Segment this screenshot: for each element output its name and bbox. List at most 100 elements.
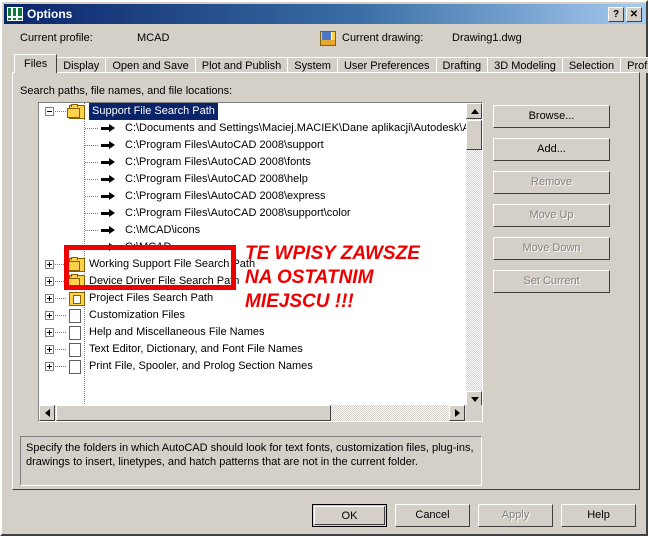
arrow-icon bbox=[101, 158, 116, 167]
vertical-scroll-thumb[interactable] bbox=[466, 120, 482, 150]
tree-connector bbox=[55, 349, 66, 350]
tree-row[interactable]: Project Files Search Path bbox=[39, 290, 466, 307]
cancel-button[interactable]: Cancel bbox=[395, 504, 470, 527]
expand-icon[interactable] bbox=[45, 345, 54, 354]
tree-connector bbox=[55, 111, 66, 112]
scroll-left-button[interactable] bbox=[39, 405, 55, 421]
tree-connector bbox=[55, 281, 66, 282]
tree-horizontal-scrollbar[interactable] bbox=[39, 405, 466, 421]
expand-icon[interactable] bbox=[45, 294, 54, 303]
tree-row-label: Customization Files bbox=[89, 309, 185, 321]
tree-row[interactable]: Text Editor, Dictionary, and Font File N… bbox=[39, 341, 466, 358]
profile-row: Current profile: MCAD Current drawing: D… bbox=[2, 28, 648, 50]
tree-row-label: Project Files Search Path bbox=[89, 292, 214, 304]
tree-connector bbox=[85, 128, 99, 129]
arrow-icon bbox=[101, 175, 116, 184]
close-icon[interactable]: ✕ bbox=[626, 6, 642, 22]
folders-icon bbox=[67, 257, 85, 272]
title-bar[interactable]: Options ? ✕ bbox=[4, 4, 646, 24]
tab-drafting[interactable]: Drafting bbox=[435, 57, 489, 73]
help-button[interactable]: Help bbox=[561, 504, 636, 527]
panel-hint-label: Search paths, file names, and file locat… bbox=[20, 85, 233, 97]
tree-row-label: C:\Program Files\AutoCAD 2008\help bbox=[125, 173, 308, 185]
arrow-icon bbox=[101, 243, 116, 252]
tree-row-label: Support File Search Path bbox=[89, 103, 218, 120]
file-paths-tree[interactable]: Support File Search Path C:\Documents and… bbox=[38, 102, 483, 422]
tree-row[interactable]: Working Support File Search Path bbox=[39, 256, 466, 273]
tree-connector bbox=[85, 179, 99, 180]
description-box: Specify the folders in which AutoCAD sho… bbox=[20, 436, 482, 486]
tree-row[interactable]: C:\Program Files\AutoCAD 2008\support\co… bbox=[39, 205, 466, 222]
current-drawing-value: Drawing1.dwg bbox=[452, 32, 522, 44]
tab-selection[interactable]: Selection bbox=[561, 57, 622, 73]
tree-connector bbox=[85, 247, 99, 248]
tree-row[interactable]: C:\Program Files\AutoCAD 2008\express bbox=[39, 188, 466, 205]
expand-icon[interactable] bbox=[45, 311, 54, 320]
tree-row[interactable]: C:\Program Files\AutoCAD 2008\support bbox=[39, 137, 466, 154]
project-folder-icon bbox=[69, 292, 85, 306]
tree-connector bbox=[85, 196, 99, 197]
browse-button[interactable]: Browse... bbox=[493, 105, 610, 128]
folders-icon bbox=[67, 274, 85, 289]
window-title: Options bbox=[27, 7, 73, 21]
tree-row-label: C:\MCAD bbox=[125, 241, 172, 253]
tree-connector bbox=[85, 213, 99, 214]
tab-3d-modeling[interactable]: 3D Modeling bbox=[487, 57, 563, 73]
expand-icon[interactable] bbox=[45, 277, 54, 286]
horizontal-scroll-thumb[interactable] bbox=[56, 405, 331, 421]
set-current-button: Set Current bbox=[493, 270, 610, 293]
options-dialog: Options ? ✕ Current profile: MCAD Curren… bbox=[0, 0, 648, 536]
apply-button: Apply bbox=[478, 504, 553, 527]
scroll-right-button[interactable] bbox=[449, 405, 465, 421]
ok-button[interactable]: OK bbox=[312, 504, 387, 527]
tree-row-label: C:\Documents and Settings\Maciej.MACIEK\… bbox=[125, 122, 466, 134]
autocad-options-icon bbox=[7, 7, 23, 21]
tree-row[interactable]: Help and Miscellaneous File Names bbox=[39, 324, 466, 341]
move-up-button: Move Up bbox=[493, 204, 610, 227]
title-bar-buttons: ? ✕ bbox=[608, 6, 642, 22]
tree-row[interactable]: C:\Program Files\AutoCAD 2008\fonts bbox=[39, 154, 466, 171]
arrow-icon bbox=[101, 209, 116, 218]
tab-profiles[interactable]: Profiles bbox=[620, 57, 648, 73]
tree-row-label: Device Driver File Search Path bbox=[89, 275, 240, 287]
tab-plot-and-publish[interactable]: Plot and Publish bbox=[194, 57, 289, 73]
tree-row[interactable]: Customization Files bbox=[39, 307, 466, 324]
tab-open-and-save[interactable]: Open and Save bbox=[105, 57, 196, 73]
arrow-icon bbox=[101, 141, 116, 150]
tree-connector bbox=[85, 162, 99, 163]
tree-row[interactable]: Support File Search Path bbox=[39, 103, 466, 120]
drawing-file-icon bbox=[320, 31, 336, 46]
tab-display[interactable]: Display bbox=[56, 57, 107, 73]
tree-row[interactable]: C:\MCAD bbox=[39, 239, 466, 256]
expand-icon[interactable] bbox=[45, 328, 54, 337]
tree-row[interactable]: Device Driver File Search Path bbox=[39, 273, 466, 290]
tree-connector bbox=[85, 230, 99, 231]
tab-system[interactable]: System bbox=[287, 57, 338, 73]
document-stack-icon bbox=[69, 325, 82, 340]
document-stack-icon bbox=[69, 342, 82, 357]
current-drawing-label: Current drawing: bbox=[342, 32, 424, 44]
tree-vertical-scrollbar[interactable] bbox=[466, 103, 482, 407]
tree-row[interactable]: C:\MCAD\icons bbox=[39, 222, 466, 239]
tab-user-preferences[interactable]: User Preferences bbox=[336, 57, 437, 73]
help-icon[interactable]: ? bbox=[608, 6, 624, 22]
tree-connector bbox=[55, 315, 66, 316]
button-inner: OK bbox=[314, 506, 385, 525]
collapse-icon[interactable] bbox=[45, 107, 54, 116]
add-button[interactable]: Add... bbox=[493, 138, 610, 161]
arrow-icon bbox=[101, 226, 116, 235]
move-down-button: Move Down bbox=[493, 237, 610, 260]
current-profile-value: MCAD bbox=[137, 32, 170, 44]
tree-rows-container: Support File Search Path C:\Documents and… bbox=[39, 103, 466, 405]
scroll-up-button[interactable] bbox=[466, 103, 482, 119]
tree-row[interactable]: Print File, Spooler, and Prolog Section … bbox=[39, 358, 466, 375]
tree-row[interactable]: C:\Documents and Settings\Maciej.MACIEK\… bbox=[39, 120, 466, 137]
tree-row[interactable]: C:\Program Files\AutoCAD 2008\help bbox=[39, 171, 466, 188]
tree-row-label: C:\Program Files\AutoCAD 2008\fonts bbox=[125, 156, 311, 168]
tree-connector bbox=[55, 366, 66, 367]
expand-icon[interactable] bbox=[45, 362, 54, 371]
tree-row-label: Working Support File Search Path bbox=[89, 258, 256, 270]
document-stack-icon bbox=[69, 359, 82, 374]
tab-files[interactable]: Files bbox=[14, 54, 58, 73]
expand-icon[interactable] bbox=[45, 260, 54, 269]
